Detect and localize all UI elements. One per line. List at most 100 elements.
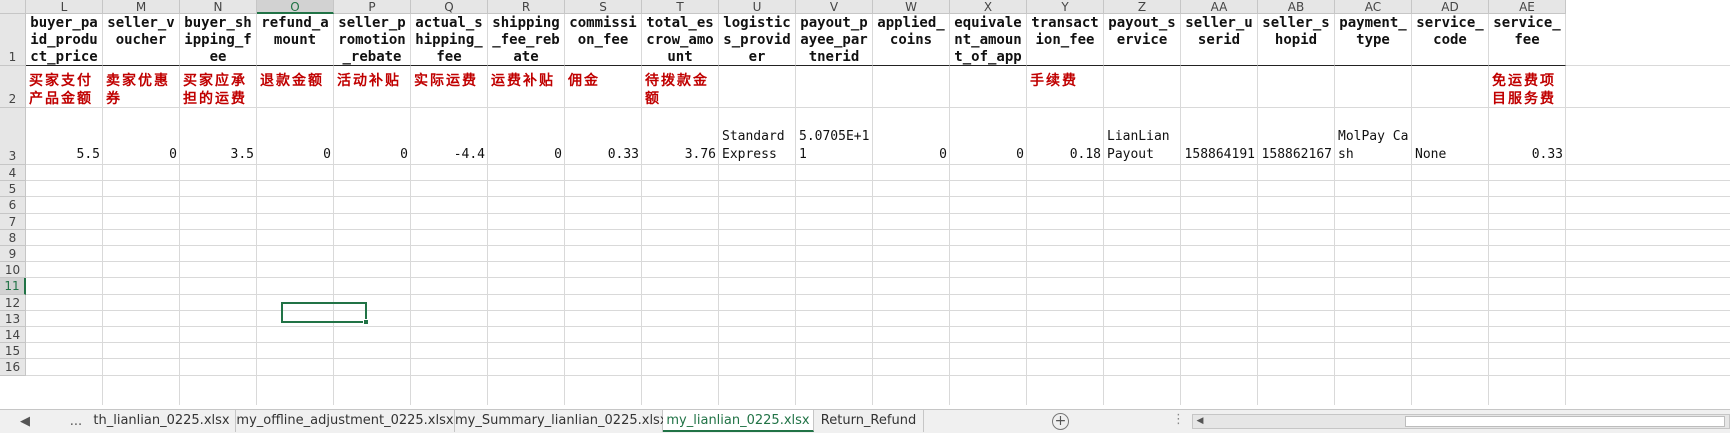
value-cell[interactable]: 0 [488,108,565,165]
column-header-u[interactable]: U [719,0,796,14]
scroll-left-icon[interactable]: ◀ [1193,415,1207,428]
row-header-14[interactable]: 14 [0,327,26,344]
field-note-cell[interactable] [873,66,950,108]
row-header-3[interactable]: 3 [0,108,26,165]
field-note-cell[interactable] [719,66,796,108]
sheet-tab[interactable]: my_offline_adjustment_0225.xlsx [236,410,455,432]
value-cell[interactable]: LianLian Payout [1104,108,1181,165]
column-header-o[interactable]: O [257,0,334,14]
field-note-cell[interactable]: 免运费项目服务费 [1489,66,1566,108]
value-cell[interactable]: 5.5 [26,108,103,165]
field-note-cell[interactable] [1104,66,1181,108]
value-cell[interactable]: 0 [103,108,180,165]
sheet-tab[interactable]: my_lianlian_0225.xlsx [663,410,814,432]
column-header-r[interactable]: R [488,0,565,14]
field-name-cell[interactable]: payment_type [1335,14,1412,66]
field-note-cell[interactable] [950,66,1027,108]
more-sheets-button[interactable]: ... [66,413,86,431]
row-header-6[interactable]: 6 [0,197,26,214]
field-name-cell[interactable]: payout_service [1104,14,1181,66]
field-name-cell[interactable]: seller_voucher [103,14,180,66]
field-name-cell[interactable]: total_escrow_amount [642,14,719,66]
value-cell[interactable]: 0.33 [565,108,642,165]
sheet-tab[interactable]: th_lianlian_0225.xlsx [88,410,236,432]
row-header-15[interactable]: 15 [0,343,26,360]
row-header-7[interactable]: 7 [0,213,26,230]
row-header-4[interactable]: 4 [0,165,26,182]
field-note-cell[interactable]: 手续费 [1027,66,1104,108]
field-note-cell[interactable] [1258,66,1335,108]
row-header-9[interactable]: 9 [0,246,26,263]
field-note-cell[interactable]: 运费补贴 [488,66,565,108]
column-header-ac[interactable]: AC [1335,0,1412,14]
column-header-v[interactable]: V [796,0,873,14]
row-header-5[interactable]: 5 [0,181,26,198]
row-header-2[interactable]: 2 [0,66,26,108]
row-header-10[interactable]: 10 [0,262,26,279]
value-cell[interactable]: 3.76 [642,108,719,165]
field-name-cell[interactable]: service_code [1412,14,1489,66]
field-note-cell[interactable]: 买家支付产品金额 [26,66,103,108]
field-name-cell[interactable]: seller_userid [1181,14,1258,66]
column-header-n[interactable]: N [180,0,257,14]
column-header-q[interactable]: Q [411,0,488,14]
field-note-cell[interactable] [1335,66,1412,108]
value-cell[interactable]: 0.18 [1027,108,1104,165]
column-header-l[interactable]: L [26,0,103,14]
field-name-cell[interactable]: applied_coins [873,14,950,66]
field-note-cell[interactable]: 实际运费 [411,66,488,108]
field-name-cell[interactable]: shipping_fee_rebate [488,14,565,66]
column-header-t[interactable]: T [642,0,719,14]
horizontal-scrollbar[interactable]: ◀ [1192,414,1730,429]
field-name-cell[interactable]: seller_promotion_rebate [334,14,411,66]
scrollbar-thumb[interactable] [1405,416,1725,427]
value-cell[interactable]: MolPay Cash [1335,108,1412,165]
spreadsheet-grid[interactable]: L M N O P Q R S T U V W X Y Z AA AB AC AD AE 1 2 3 4 5 6 7 8 9 10 11 12… [0,0,1730,405]
splitter-handle-icon[interactable]: ⋮ [1172,412,1185,427]
select-all-corner[interactable] [0,0,26,14]
active-cell-border[interactable] [281,302,367,323]
field-name-cell[interactable]: buyer_shipping_fee [180,14,257,66]
fill-handle[interactable] [363,319,369,325]
field-name-cell[interactable]: seller_shopid [1258,14,1335,66]
field-note-cell[interactable] [1181,66,1258,108]
row-header-12[interactable]: 12 [0,294,26,311]
value-cell[interactable]: 0 [257,108,334,165]
field-name-cell[interactable]: service_fee [1489,14,1566,66]
value-cell[interactable]: 158864191 [1181,108,1258,165]
column-header-x[interactable]: X [950,0,1027,14]
field-name-cell[interactable]: buyer_paid_product_price [26,14,103,66]
value-cell[interactable]: 0 [873,108,950,165]
column-header-y[interactable]: Y [1027,0,1104,14]
sheet-tab[interactable]: Return_Refund [814,410,924,432]
value-cell[interactable]: 3.5 [180,108,257,165]
field-note-cell[interactable]: 待拨款金额 [642,66,719,108]
row-header-13[interactable]: 13 [0,310,26,327]
field-name-cell[interactable]: transaction_fee [1027,14,1104,66]
prev-sheet-icon[interactable]: ◀ [18,413,32,431]
field-name-cell[interactable]: commission_fee [565,14,642,66]
value-cell[interactable]: None [1412,108,1489,165]
column-header-aa[interactable]: AA [1181,0,1258,14]
value-cell[interactable]: 0 [334,108,411,165]
row-header-11[interactable]: 11 [0,278,26,295]
sheet-tab[interactable]: my_Summary_lianlian_0225.xlsx [455,410,668,432]
column-header-p[interactable]: P [334,0,411,14]
field-note-cell[interactable]: 活动补贴 [334,66,411,108]
row-header-16[interactable]: 16 [0,359,26,376]
column-header-m[interactable]: M [103,0,180,14]
field-note-cell[interactable]: 买家应承担的运费 [180,66,257,108]
row-header-1[interactable]: 1 [0,14,26,66]
field-note-cell[interactable]: 卖家优惠券 [103,66,180,108]
value-cell[interactable]: 0 [950,108,1027,165]
column-header-s[interactable]: S [565,0,642,14]
column-header-ab[interactable]: AB [1258,0,1335,14]
field-name-cell[interactable]: equivalent_amount_of_app [950,14,1027,66]
field-note-cell[interactable]: 退款金额 [257,66,334,108]
field-name-cell[interactable]: payout_payee_partnerid [796,14,873,66]
field-note-cell[interactable] [796,66,873,108]
field-name-cell[interactable]: refund_amount [257,14,334,66]
value-cell[interactable]: 5.0705E+11 [796,108,873,165]
row-header-8[interactable]: 8 [0,229,26,246]
field-note-cell[interactable]: 佣金 [565,66,642,108]
